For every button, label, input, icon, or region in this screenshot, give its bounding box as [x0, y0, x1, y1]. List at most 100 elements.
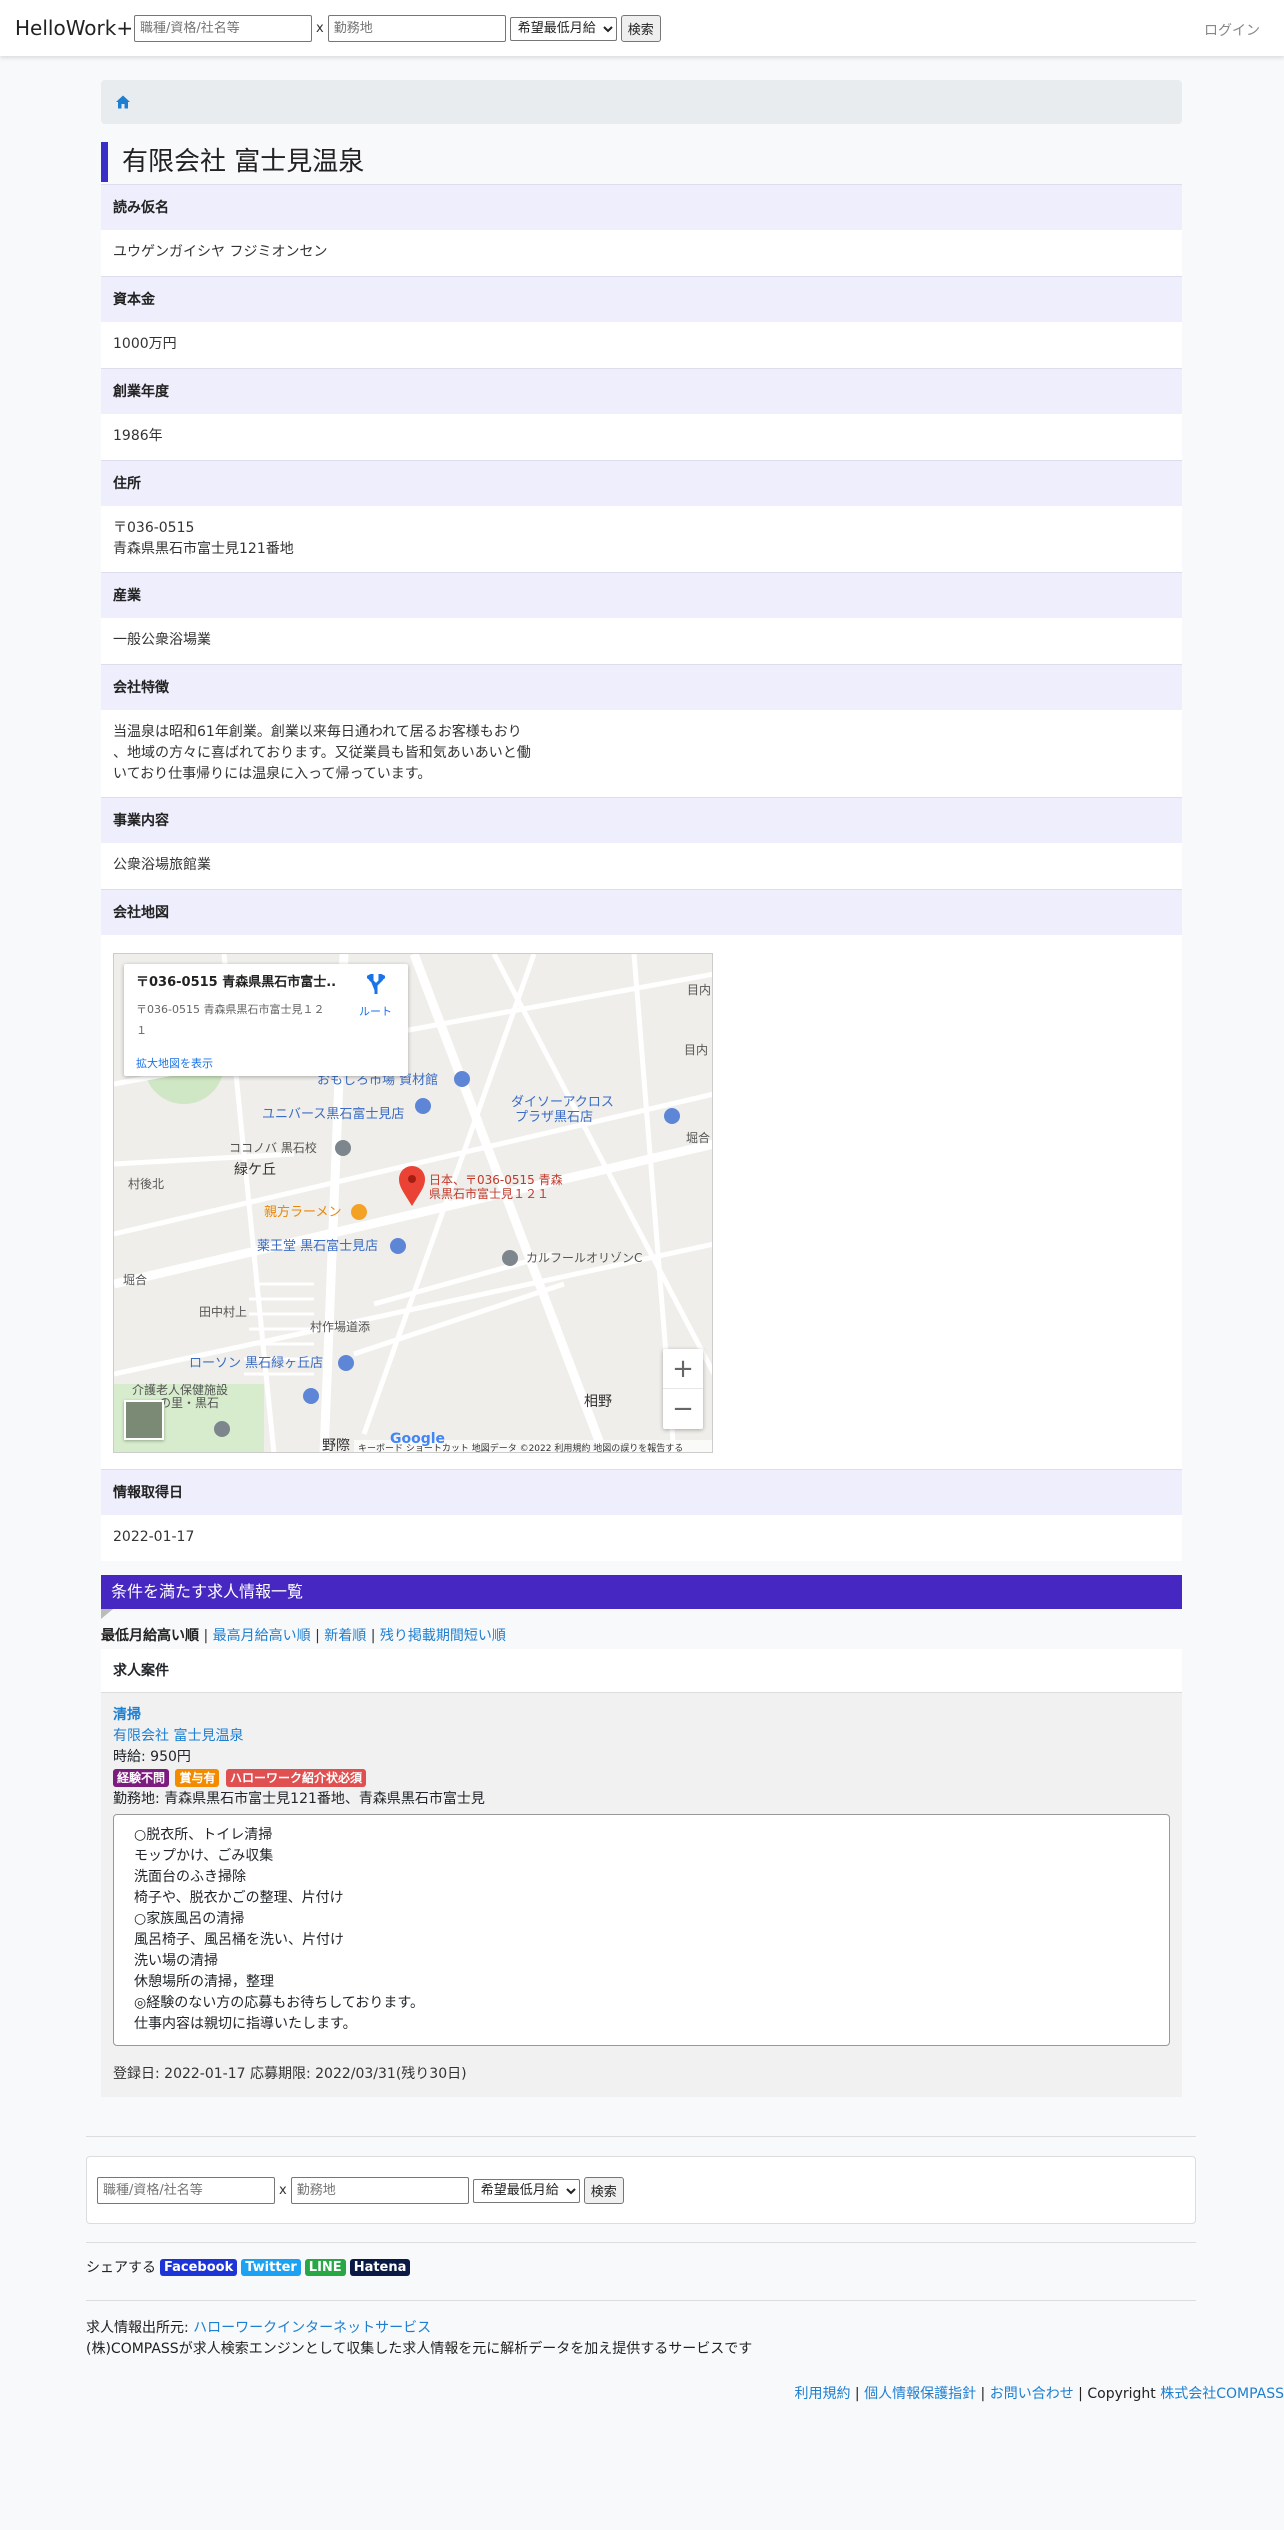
svg-text:県黒石市富士見１２１: 県黒石市富士見１２１ [429, 1186, 549, 1201]
keyword-input[interactable] [134, 15, 312, 42]
sort-expiring-link[interactable]: 残り掲載期間短い順 [380, 1628, 506, 1644]
job-location: 勤務地: 青森県黒石市富士見121番地、青森県黒石市富士見 [113, 1791, 485, 1807]
share-line-button[interactable]: LINE [304, 2258, 346, 2276]
share-label: シェアする [86, 2260, 156, 2276]
breadcrumb [101, 80, 1182, 124]
job-card: 清掃 有限会社 富士見温泉 時給: 950円 経験不問 賞与有 ハローワーク紹介… [101, 1693, 1182, 2097]
location-input[interactable] [327, 15, 506, 42]
bottom-search-form: x 希望最低月給 検索 [86, 2156, 1196, 2224]
row-value-founded: 1986年 [101, 414, 1182, 460]
svg-text:目内: 目内 [684, 1043, 708, 1057]
row-label-founded: 創業年度 [101, 368, 1182, 414]
badge-referral-required: ハローワーク紹介状必須 [225, 1769, 366, 1787]
row-value-reading: ユウゲンガイシヤ フジミオンセン [101, 230, 1182, 276]
share-bar: シェアする Facebook Twitter LINE Hatena [86, 2257, 411, 2277]
row-label-address: 住所 [101, 460, 1182, 506]
row-label-reading: 読み仮名 [101, 184, 1182, 230]
job-title-link[interactable]: 清掃 [113, 1705, 1170, 1726]
company-link[interactable]: 株式会社COMPASS [1160, 2386, 1284, 2402]
divider [86, 2136, 1196, 2137]
svg-text:薬王堂 黒石富士見店: 薬王堂 黒石富士見店 [257, 1238, 378, 1254]
privacy-link[interactable]: 個人情報保護指針 [864, 2386, 976, 2402]
bottom-search-button[interactable]: 検索 [583, 2177, 624, 2204]
row-value-address: 〒036-0515 青森県黒石市富士見121番地 [101, 506, 1182, 572]
enlarge-map-link[interactable]: 拡大地図を表示 [136, 1053, 396, 1074]
svg-text:田中村上: 田中村上 [199, 1304, 247, 1319]
sort-options: 最低月給高い順 | 最高月給高い順 | 新着順 | 残り掲載期間短い順 [101, 1628, 506, 1644]
terms-link[interactable]: 利用規約 [794, 2386, 850, 2402]
top-navbar: HelloWork+ x 希望最低月給 検索 ログイン [0, 0, 1284, 56]
popup-address-2: １ [136, 1024, 147, 1037]
badge-no-experience: 経験不問 [113, 1769, 170, 1787]
zoom-in-button[interactable]: + [663, 1349, 703, 1389]
login-link[interactable]: ログイン [1204, 20, 1260, 40]
bottom-keyword-input[interactable] [97, 2177, 275, 2204]
divider [86, 2242, 1196, 2243]
sort-newest-link[interactable]: 新着順 [324, 1628, 366, 1644]
home-icon[interactable] [115, 94, 131, 110]
contact-link[interactable]: お問い合わせ [990, 2386, 1074, 2402]
job-wage: 時給: 950円 [113, 1749, 191, 1765]
svg-text:日本、〒036-0515 青森: 日本、〒036-0515 青森 [429, 1172, 563, 1187]
company-info-table: 読み仮名 ユウゲンガイシヤ フジミオンセン 資本金 1000万円 創業年度 19… [101, 184, 1182, 1561]
job-description: ○脱衣所、トイレ清掃 モップかけ、ごみ収集 洗面台のふき掃除 椅子や、脱衣かごの… [113, 1814, 1170, 2046]
brand-logo[interactable]: HelloWork+ [15, 16, 133, 40]
banner-tail [101, 1609, 113, 1619]
footer-source: 求人情報出所元: ハローワークインターネットサービス (株)COMPASSが求人… [86, 2318, 752, 2360]
share-twitter-button[interactable]: Twitter [241, 2258, 301, 2276]
bottom-x-separator: x [279, 2183, 287, 2198]
row-label-business: 事業内容 [101, 797, 1182, 843]
copyright-text: Copyright [1087, 2386, 1161, 2402]
svg-text:ココノバ 黒石校: ココノバ 黒石校 [229, 1140, 317, 1155]
row-value-industry: 一般公衆浴場業 [101, 618, 1182, 664]
svg-text:プラザ黒石店: プラザ黒石店 [515, 1110, 593, 1125]
svg-text:野際: 野際 [322, 1438, 350, 1453]
company-map[interactable]: おもしろ市場 資材館 ユニバース黒石富士見店 ダイソーアクロス プラザ黒石店 薬… [113, 953, 713, 1453]
row-value-features: 当温泉は昭和61年創業。創業以来毎日通われて居るお客様もおり 、地域の方々に喜ば… [101, 710, 1182, 797]
row-label-date: 情報取得日 [101, 1469, 1182, 1515]
bottom-location-input[interactable] [290, 2177, 469, 2204]
row-value-business: 公衆浴場旅館業 [101, 843, 1182, 889]
divider [86, 2300, 1196, 2301]
svg-text:カルフールオリゾンC: カルフールオリゾンC [526, 1251, 642, 1265]
svg-text:親方ラーメン: 親方ラーメン [264, 1204, 341, 1220]
google-logo: Google [390, 1431, 445, 1447]
svg-text:ローソン 黒石緑ヶ丘店: ローソン 黒石緑ヶ丘店 [189, 1356, 323, 1371]
search-button[interactable]: 検索 [620, 15, 661, 42]
job-card-header: 求人案件 [101, 1649, 1182, 1693]
footer-links: 利用規約 | 個人情報保護指針 | お問い合わせ | Copyright 株式会… [794, 2386, 1284, 2402]
popup-title: 〒036-0515 青森県黒石市富士... [136, 975, 336, 990]
svg-text:ダイソーアクロス: ダイソーアクロス [511, 1095, 614, 1110]
route-icon [364, 972, 387, 994]
row-value-capital: 1000万円 [101, 322, 1182, 368]
salary-select[interactable]: 希望最低月給 [509, 16, 617, 41]
row-label-industry: 産業 [101, 572, 1182, 618]
svg-text:介護老人保健施設: 介護老人保健施設 [132, 1382, 228, 1397]
hellowork-source-link[interactable]: ハローワークインターネットサービス [193, 2320, 431, 2336]
row-label-capital: 資本金 [101, 276, 1182, 322]
route-button[interactable]: ルート [359, 972, 392, 1022]
svg-text:村後北: 村後北 [128, 1177, 164, 1191]
sort-max-salary-link[interactable]: 最高月給高い順 [213, 1628, 311, 1644]
svg-text:相野: 相野 [584, 1394, 612, 1410]
bottom-salary-select[interactable]: 希望最低月給 [472, 2178, 580, 2203]
header-search-form: x 希望最低月給 検索 [134, 15, 661, 42]
job-company-link[interactable]: 有限会社 富士見温泉 [113, 1726, 1170, 1747]
popup-address: 〒036-0515 青森県黒石市富士見１２ [136, 1003, 325, 1016]
footer-about: (株)COMPASSが求人検索エンジンとして収集した求人情報を元に解析データを加… [86, 2341, 753, 2357]
zoom-out-button[interactable]: − [663, 1389, 703, 1429]
svg-text:堀合: 堀合 [123, 1272, 147, 1287]
map-cell: おもしろ市場 資材館 ユニバース黒石富士見店 ダイソーアクロス プラザ黒石店 薬… [101, 935, 1182, 1469]
row-label-map: 会社地図 [101, 889, 1182, 935]
badge-bonus: 賞与有 [175, 1769, 220, 1787]
share-facebook-button[interactable]: Facebook [160, 2258, 238, 2276]
x-separator: x [316, 21, 324, 36]
map-info-popup: 〒036-0515 青森県黒石市富士... 〒036-0515 青森県黒石市富士… [124, 964, 408, 1076]
share-hatena-button[interactable]: Hatena [349, 2258, 411, 2276]
main-content: 有限会社 富士見温泉 読み仮名 ユウゲンガイシヤ フジミオンセン 資本金 100… [101, 80, 1182, 2097]
svg-text:緑ケ丘: 緑ケ丘 [234, 1162, 276, 1178]
sort-active: 最低月給高い順 [101, 1628, 199, 1644]
row-label-features: 会社特徴 [101, 664, 1182, 710]
street-view-thumbnail[interactable] [124, 1400, 164, 1440]
svg-text:村作場道添: 村作場道添 [310, 1320, 370, 1334]
